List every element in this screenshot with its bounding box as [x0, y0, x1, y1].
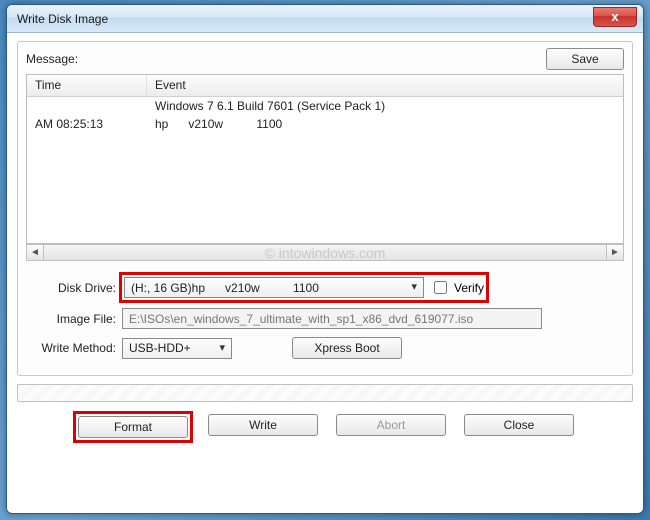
write-method-value: USB-HDD+	[129, 341, 191, 355]
write-method-label: Write Method:	[26, 341, 122, 355]
message-group: Message: Save Time Event Windows 7 6.1 B…	[17, 41, 633, 376]
image-file-field: E:\ISOs\en_windows_7_ultimate_with_sp1_x…	[122, 308, 542, 329]
window-title: Write Disk Image	[17, 12, 108, 26]
message-label: Message:	[26, 52, 78, 66]
log-grid-body: Windows 7 6.1 Build 7601 (Service Pack 1…	[27, 97, 623, 133]
scroll-left-icon[interactable]: ◄	[27, 245, 44, 260]
abort-button: Abort	[336, 414, 446, 436]
disk-drive-value: (H:, 16 GB)hp v210w 1100	[131, 281, 319, 295]
cell-event: hp v210w 1100	[147, 115, 623, 133]
cell-time	[27, 97, 147, 115]
save-button[interactable]: Save	[546, 48, 624, 70]
cell-event: Windows 7 6.1 Build 7601 (Service Pack 1…	[147, 97, 623, 115]
write-button[interactable]: Write	[208, 414, 318, 436]
disk-drive-label: Disk Drive:	[26, 281, 122, 295]
verify-checkbox-input[interactable]	[434, 281, 447, 294]
close-icon[interactable]: x	[593, 7, 637, 27]
close-button[interactable]: Close	[464, 414, 574, 436]
titlebar: Write Disk Image x	[7, 5, 643, 33]
dialog-window: Write Disk Image x Message: Save Time Ev…	[6, 4, 644, 514]
disk-drive-select[interactable]: (H:, 16 GB)hp v210w 1100	[124, 277, 424, 298]
format-button[interactable]: Format	[78, 416, 188, 438]
scroll-right-icon[interactable]: ►	[606, 245, 623, 260]
xpress-boot-button[interactable]: Xpress Boot	[292, 337, 402, 359]
client-area: Message: Save Time Event Windows 7 6.1 B…	[7, 33, 643, 450]
log-grid-header: Time Event	[27, 75, 623, 97]
table-row: AM 08:25:13 hp v210w 1100	[27, 115, 623, 133]
scroll-track[interactable]	[44, 245, 606, 260]
horizontal-scrollbar[interactable]: ◄ ►	[26, 244, 624, 261]
cell-time: AM 08:25:13	[27, 115, 147, 133]
log-grid: Time Event Windows 7 6.1 Build 7601 (Ser…	[26, 74, 624, 244]
progress-bar	[17, 384, 633, 402]
action-button-row: Format Write Abort Close	[17, 414, 633, 440]
write-method-select[interactable]: USB-HDD+	[122, 338, 232, 359]
image-file-value: E:\ISOs\en_windows_7_ultimate_with_sp1_x…	[129, 312, 473, 326]
col-header-event[interactable]: Event	[147, 75, 623, 96]
table-row: Windows 7 6.1 Build 7601 (Service Pack 1…	[27, 97, 623, 115]
verify-checkbox[interactable]: Verify	[430, 278, 484, 297]
verify-label: Verify	[454, 281, 484, 295]
col-header-time[interactable]: Time	[27, 75, 147, 96]
image-file-label: Image File:	[26, 312, 122, 326]
